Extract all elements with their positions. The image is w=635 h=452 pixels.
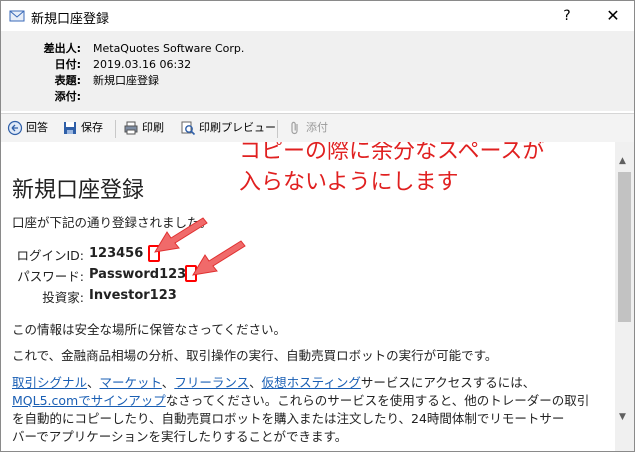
mql5-signup-link[interactable]: MQL5.comでサインアップ [12, 393, 166, 408]
save-button[interactable]: 保存 [62, 119, 103, 137]
toolbar: 回答 保存 印刷 印刷プレビュー 添付 [1, 113, 634, 143]
print-preview-label: 印刷プレビュー [199, 121, 276, 134]
help-button[interactable]: ? [547, 1, 587, 31]
separator: 、 [87, 375, 100, 390]
safety-text: この情報は安全な場所に保管なさってください。 [12, 322, 287, 337]
window-title: 新規口座登録 [31, 12, 110, 27]
message-window: 新規口座登録 ? ✕ 差出人: MetaQuotes Software Corp… [0, 0, 635, 452]
save-label: 保存 [81, 121, 103, 134]
services-line-2: MQL5.comでサインアップなさってください。これらのサービスを使用すると、他… [12, 390, 589, 409]
annotation-text: コピーの際に余分なスペースが 入らないようにします [239, 142, 544, 198]
print-button[interactable]: 印刷 [123, 119, 164, 137]
save-icon [64, 122, 76, 134]
password-label: パスワード: [17, 269, 84, 284]
reply-label: 回答 [26, 121, 48, 134]
arrow-icon [192, 240, 246, 276]
services-tail: サービスにアクセスするには、 [360, 375, 536, 390]
services-line-2-tail: なさってください。これらのサービスを使用すると、他のトレーダーの取引 [165, 393, 590, 408]
print-icon [124, 121, 138, 135]
toolbar-divider [277, 120, 278, 138]
subject-label: 表題: [54, 74, 81, 87]
from-label: 差出人: [43, 42, 81, 55]
print-preview-button[interactable]: 印刷プレビュー [180, 119, 276, 137]
message-body: コピーの際に余分なスペースが 入らないようにします 新規口座登録 口座が下記の通… [1, 142, 615, 451]
scroll-thumb[interactable] [618, 172, 631, 322]
date-label: 日付: [54, 58, 81, 71]
vertical-scrollbar[interactable]: ▲ ▼ [615, 142, 634, 451]
title-bar: 新規口座登録 ? ✕ [1, 1, 634, 31]
message-heading: 新規口座登録 [12, 178, 145, 203]
toolbar-divider [115, 120, 116, 138]
freelance-link[interactable]: フリーランス [174, 375, 249, 390]
services-line-3: を自動的にコピーしたり、自動売買ロボットを購入または注文したり、24時間体制でリ… [12, 411, 565, 426]
date-value: 2019.03.16 06:32 [93, 58, 192, 71]
print-preview-icon [181, 121, 196, 136]
investor-label: 投資家: [42, 290, 84, 305]
close-button[interactable]: ✕ [591, 1, 634, 31]
separator: 、 [161, 375, 175, 390]
investor-value[interactable]: Investor123 [89, 288, 177, 303]
scroll-up-icon[interactable]: ▲ [619, 156, 626, 166]
password-value[interactable]: Password123 [89, 267, 186, 282]
message-header: 差出人: MetaQuotes Software Corp. 日付: 2019.… [1, 31, 634, 111]
separator: 、 [249, 375, 262, 390]
services-line-1: 取引シグナル、マーケット、フリーランス、仮想ホスティングサービスにアクセスするに… [12, 372, 535, 391]
reply-button[interactable]: 回答 [7, 119, 48, 137]
attach-label: 添付 [306, 121, 328, 134]
attach-label: 添付: [54, 90, 81, 103]
attach-button[interactable]: 添付 [287, 119, 328, 137]
market-link[interactable]: マーケット [100, 375, 162, 390]
vps-link[interactable]: 仮想ホスティング [262, 375, 361, 390]
signals-link[interactable]: 取引シグナル [12, 375, 87, 390]
mail-icon [9, 10, 25, 22]
login-label: ログインID: [16, 248, 84, 263]
subject-value: 新規口座登録 [93, 74, 159, 87]
features-text: これで、金融商品相場の分析、取引操作の実行、自動売買ロボットの実行が可能です。 [12, 348, 498, 363]
paperclip-icon [291, 121, 298, 135]
annotation-line: コピーの際に余分なスペースが [239, 142, 545, 164]
scroll-down-icon[interactable]: ▼ [619, 412, 626, 422]
reply-icon [7, 120, 23, 136]
login-value[interactable]: 123456 [89, 246, 143, 261]
services-line-4: バーでアプリケーションを実行したりすることができます。 [12, 429, 348, 444]
print-label: 印刷 [142, 121, 164, 134]
from-value: MetaQuotes Software Corp. [93, 42, 245, 55]
annotation-line: 入らないようにします [239, 170, 459, 195]
